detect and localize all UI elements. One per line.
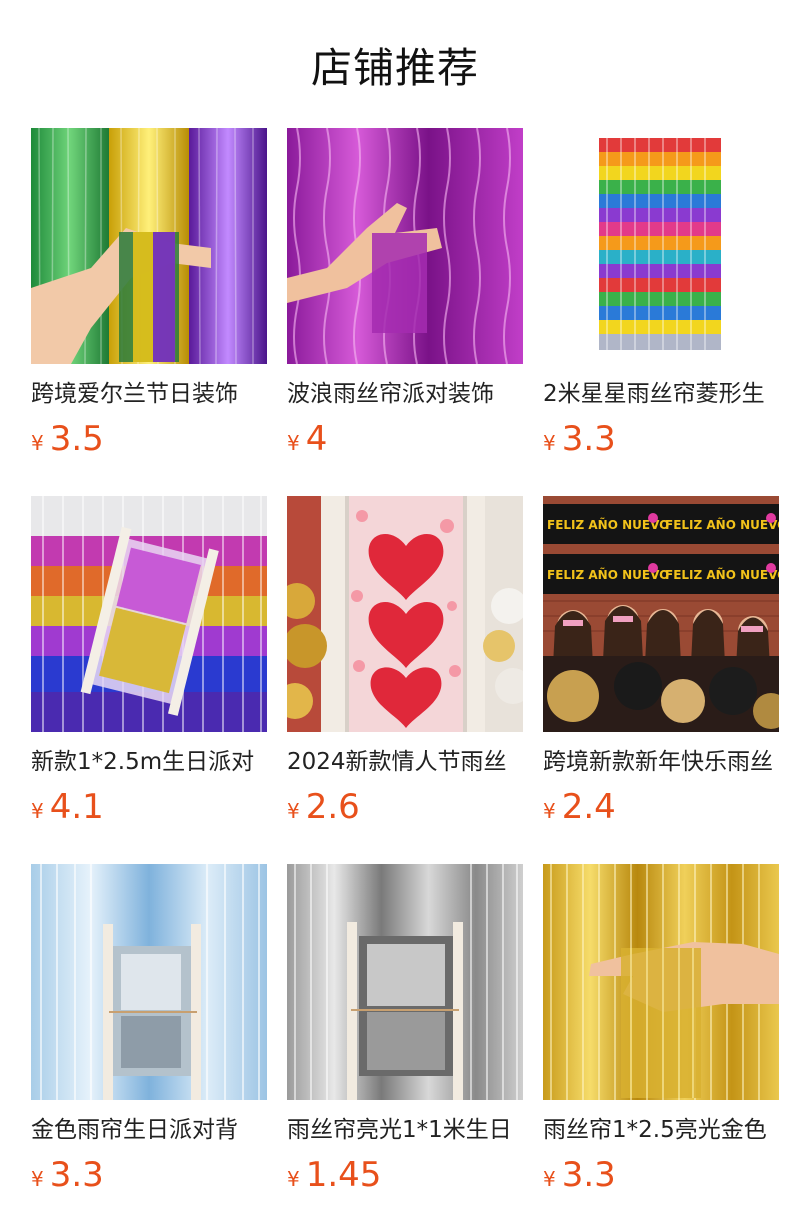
currency-symbol: ¥: [287, 1167, 300, 1191]
product-name[interactable]: 雨丝帘亮光1*1米生日: [287, 1114, 523, 1146]
product-card[interactable]: 跨境爱尔兰节日装饰 ¥3.5: [31, 128, 267, 462]
currency-symbol: ¥: [287, 799, 300, 823]
product-image[interactable]: [287, 864, 523, 1100]
price-value: 1.45: [305, 1155, 382, 1195]
product-card[interactable]: FELIZ AÑO NUEVO FELIZ AÑO NUEVO FELIZ AÑ…: [543, 496, 779, 830]
product-price: ¥4.1: [31, 784, 267, 830]
banner-text: FELIZ AÑO NUEVO: [665, 567, 779, 582]
product-image[interactable]: [31, 128, 267, 364]
product-card[interactable]: 2024新款情人节雨丝 ¥2.6: [287, 496, 523, 830]
currency-symbol: ¥: [543, 431, 556, 455]
price-value: 2.4: [561, 787, 616, 827]
currency-symbol: ¥: [543, 799, 556, 823]
product-name[interactable]: 波浪雨丝帘派对装饰: [287, 378, 523, 410]
currency-symbol: ¥: [31, 431, 44, 455]
product-card[interactable]: 雨丝帘1*2.5亮光金色 ¥3.3: [543, 864, 779, 1198]
currency-symbol: ¥: [31, 1167, 44, 1191]
currency-symbol: ¥: [543, 1167, 556, 1191]
product-card[interactable]: 新款1*2.5m生日派对 ¥4.1: [31, 496, 267, 830]
product-image[interactable]: [287, 496, 523, 732]
product-name[interactable]: 新款1*2.5m生日派对: [31, 746, 267, 778]
product-name[interactable]: 雨丝帘1*2.5亮光金色: [543, 1114, 779, 1146]
product-card[interactable]: 雨丝帘亮光1*1米生日 ¥1.45: [287, 864, 523, 1198]
product-card[interactable]: 波浪雨丝帘派对装饰 ¥4: [287, 128, 523, 462]
price-value: 2.6: [305, 787, 360, 827]
product-price: ¥1.45: [287, 1152, 523, 1198]
product-price: ¥3.3: [31, 1152, 267, 1198]
price-value: 4.1: [49, 787, 104, 827]
product-image[interactable]: FELIZ AÑO NUEVO FELIZ AÑO NUEVO FELIZ AÑ…: [543, 496, 779, 732]
product-price: ¥2.6: [287, 784, 523, 830]
product-name[interactable]: 跨境新款新年快乐雨丝: [543, 746, 779, 778]
product-price: ¥3.5: [31, 416, 267, 462]
product-image[interactable]: [31, 864, 267, 1100]
product-price: ¥3.3: [543, 416, 779, 462]
price-value: 3.3: [561, 1155, 616, 1195]
product-name[interactable]: 2024新款情人节雨丝: [287, 746, 523, 778]
product-card[interactable]: 金色雨帘生日派对背 ¥3.3: [31, 864, 267, 1198]
price-value: 4: [305, 419, 328, 459]
price-value: 3.5: [49, 419, 104, 459]
price-value: 3.3: [49, 1155, 104, 1195]
product-name[interactable]: 跨境爱尔兰节日装饰: [31, 378, 267, 410]
product-card[interactable]: 2米星星雨丝帘菱形生 ¥3.3: [543, 128, 779, 462]
product-name[interactable]: 金色雨帘生日派对背: [31, 1114, 267, 1146]
product-name[interactable]: 2米星星雨丝帘菱形生: [543, 378, 779, 410]
product-price: ¥4: [287, 416, 523, 462]
currency-symbol: ¥: [31, 799, 44, 823]
product-price: ¥3.3: [543, 1152, 779, 1198]
currency-symbol: ¥: [287, 431, 300, 455]
banner-text: FELIZ AÑO NUEVO: [665, 517, 779, 532]
product-image[interactable]: [287, 128, 523, 364]
product-price: ¥2.4: [543, 784, 779, 830]
price-value: 3.3: [561, 419, 616, 459]
product-image[interactable]: [543, 128, 779, 364]
product-image[interactable]: [31, 496, 267, 732]
section-title: 店铺推荐: [311, 44, 479, 92]
product-image[interactable]: [543, 864, 779, 1100]
